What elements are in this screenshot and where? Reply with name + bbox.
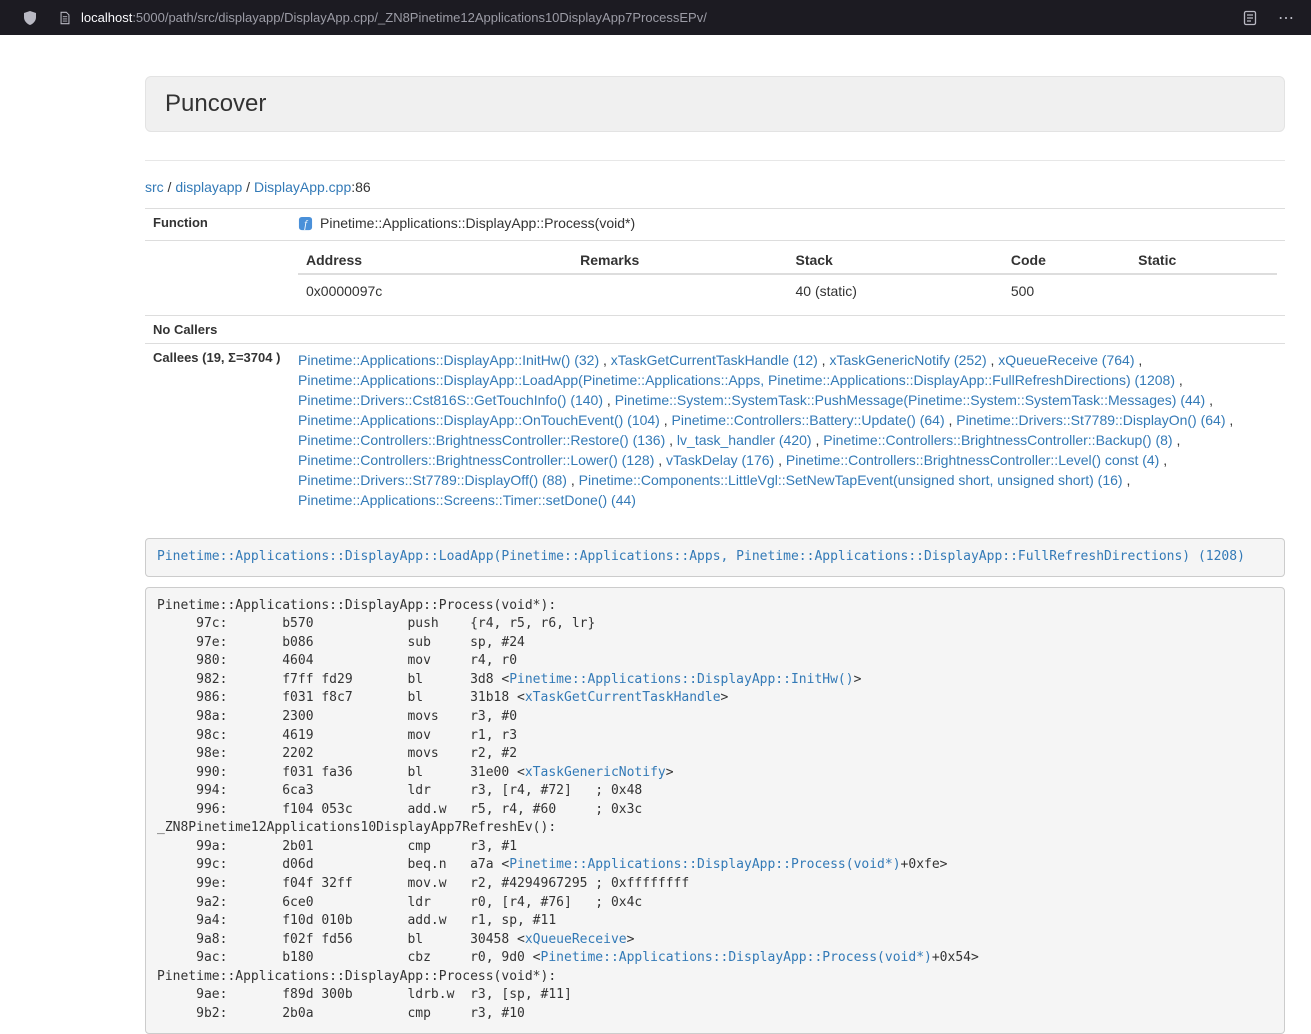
callee-link[interactable]: lv_task_handler (420): [677, 432, 812, 448]
page-actions-menu-icon[interactable]: ⋯: [1278, 8, 1295, 28]
no-callers-row: No Callers: [145, 316, 1285, 344]
metrics-table: Address Remarks Stack Code Static 0x0000…: [298, 247, 1277, 309]
breadcrumb-links: src / displayapp / DisplayApp.cpp: [145, 179, 351, 195]
metrics-cell: Address Remarks Stack Code Static 0x0000…: [290, 241, 1285, 316]
callee-link[interactable]: Pinetime::Applications::DisplayApp::Init…: [298, 352, 599, 368]
function-name: Pinetime::Applications::DisplayApp::Proc…: [320, 215, 635, 231]
callee-link[interactable]: Pinetime::Controllers::BrightnessControl…: [298, 432, 665, 448]
no-callers-label: No Callers: [145, 316, 290, 344]
function-row: Function f Pinetime::Applications::Displ…: [145, 209, 1285, 241]
col-stack: Stack: [787, 247, 1002, 274]
app-header: Puncover: [145, 76, 1285, 132]
address-bar[interactable]: localhost:5000/path/src/displayapp/Displ…: [81, 10, 1230, 25]
callee-link[interactable]: Pinetime::Controllers::BrightnessControl…: [298, 452, 654, 468]
function-name-cell: f Pinetime::Applications::DisplayApp::Pr…: [290, 209, 1285, 241]
callee-link[interactable]: Pinetime::Applications::DisplayApp::OnTo…: [298, 412, 660, 428]
col-static: Static: [1130, 247, 1277, 274]
callee-link[interactable]: Pinetime::Controllers::BrightnessControl…: [786, 452, 1159, 468]
breadcrumb-link[interactable]: displayapp: [175, 179, 242, 195]
callee-link[interactable]: Pinetime::Drivers::St7789::DisplayOff() …: [298, 472, 567, 488]
highlighted-callee-link[interactable]: Pinetime::Applications::DisplayApp::Load…: [157, 549, 1245, 564]
url-path: :5000/path/src/displayapp/DisplayApp.cpp…: [132, 10, 707, 25]
disassembly: Pinetime::Applications::DisplayApp::Proc…: [145, 587, 1285, 1034]
asm-symbol-link[interactable]: xTaskGetCurrentTaskHandle: [525, 690, 721, 705]
page-content: Puncover src / displayapp / DisplayApp.c…: [145, 76, 1285, 1034]
col-address: Address: [298, 247, 572, 274]
site-identity-page-icon[interactable]: [58, 11, 72, 25]
callees-row: Callees (19, Σ=3704 ) Pinetime::Applicat…: [145, 344, 1285, 517]
breadcrumb-link[interactable]: DisplayApp.cpp: [254, 179, 351, 195]
stack-value: 40 (static): [787, 274, 1002, 309]
callee-link[interactable]: Pinetime::System::SystemTask::PushMessag…: [615, 392, 1206, 408]
breadcrumb: src / displayapp / DisplayApp.cpp:86: [145, 161, 1285, 208]
browser-toolbar: localhost:5000/path/src/displayapp/Displ…: [0, 0, 1311, 35]
tracking-protection-shield-icon[interactable]: [22, 10, 38, 26]
asm-symbol-link[interactable]: xQueueReceive: [525, 932, 627, 947]
static-value: [1130, 274, 1277, 309]
callee-link[interactable]: vTaskDelay (176): [666, 452, 774, 468]
highlighted-callee-box: Pinetime::Applications::DisplayApp::Load…: [145, 538, 1285, 577]
callee-link[interactable]: xTaskGetCurrentTaskHandle (12): [611, 352, 818, 368]
callee-link[interactable]: xQueueReceive (764): [998, 352, 1134, 368]
callee-link[interactable]: Pinetime::Drivers::St7789::DisplayOn() (…: [956, 412, 1225, 428]
callee-link[interactable]: Pinetime::Components::LittleVgl::SetNewT…: [579, 472, 1123, 488]
asm-symbol-link[interactable]: xTaskGenericNotify: [525, 765, 666, 780]
asm-symbol-link[interactable]: Pinetime::Applications::DisplayApp::Proc…: [541, 950, 932, 965]
metrics-row-label: [145, 241, 290, 316]
asm-symbol-link[interactable]: Pinetime::Applications::DisplayApp::Proc…: [509, 857, 900, 872]
breadcrumb-link[interactable]: src: [145, 179, 164, 195]
callee-link[interactable]: Pinetime::Drivers::Cst816S::GetTouchInfo…: [298, 392, 603, 408]
callee-link[interactable]: Pinetime::Applications::DisplayApp::Load…: [298, 372, 1175, 388]
metrics-data-row: 0x0000097c 40 (static) 500: [298, 274, 1277, 309]
metrics-row: Address Remarks Stack Code Static 0x0000…: [145, 241, 1285, 316]
breadcrumb-suffix: :86: [351, 179, 370, 195]
asm-symbol-link[interactable]: Pinetime::Applications::DisplayApp::Init…: [509, 672, 853, 687]
code-size-value: 500: [1003, 274, 1130, 309]
col-remarks: Remarks: [572, 247, 787, 274]
app-title: Puncover: [165, 90, 1265, 118]
remarks-value: [572, 274, 787, 309]
address-value: 0x0000097c: [298, 274, 572, 309]
callees-label: Callees (19, Σ=3704 ): [145, 344, 290, 517]
callee-link[interactable]: xTaskGenericNotify (252): [829, 352, 986, 368]
no-callers-cell: [290, 316, 1285, 344]
callee-link[interactable]: Pinetime::Controllers::BrightnessControl…: [823, 432, 1172, 448]
function-row-label: Function: [145, 209, 290, 241]
reader-view-icon[interactable]: [1242, 10, 1258, 26]
callee-link[interactable]: Pinetime::Controllers::Battery::Update()…: [672, 412, 945, 428]
url-host: localhost: [81, 10, 132, 25]
function-table: Function f Pinetime::Applications::Displ…: [145, 208, 1285, 516]
function-type-icon: f: [298, 216, 313, 234]
callee-link[interactable]: Pinetime::Applications::Screens::Timer::…: [298, 492, 636, 508]
callees-list: Pinetime::Applications::DisplayApp::Init…: [290, 344, 1285, 517]
col-code: Code: [1003, 247, 1130, 274]
